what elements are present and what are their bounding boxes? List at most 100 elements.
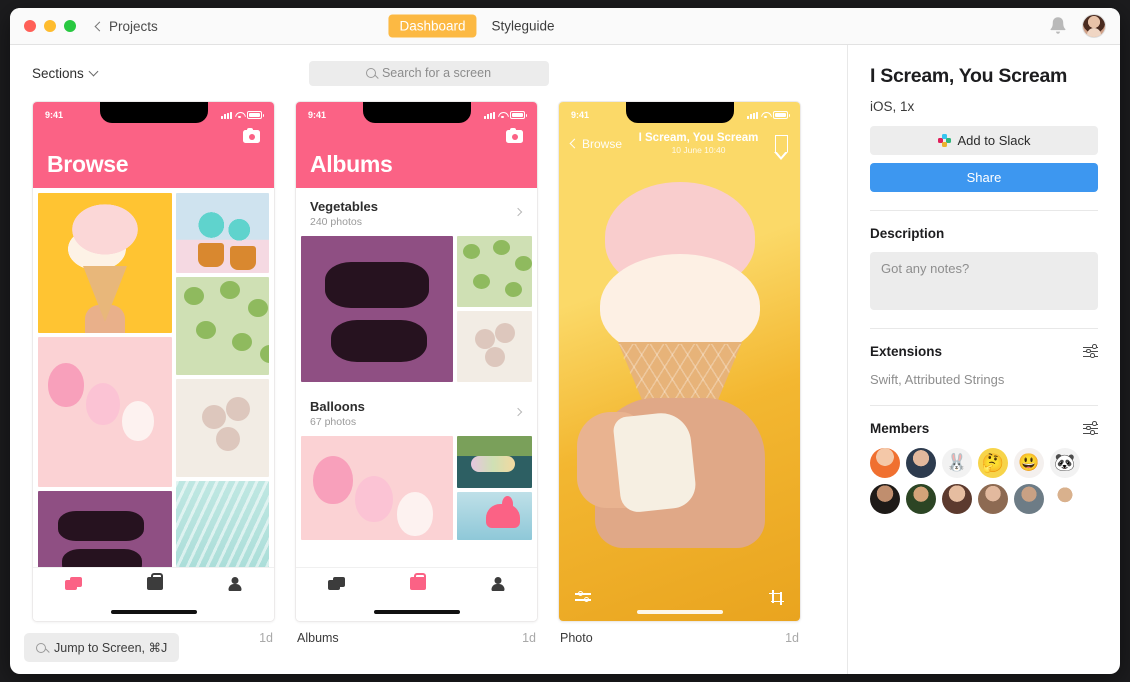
back-to-projects-link[interactable]: Projects	[94, 18, 158, 34]
add-to-slack-button[interactable]: Add to Slack	[870, 126, 1098, 155]
share-button[interactable]: Share	[870, 163, 1098, 192]
add-to-slack-label: Add to Slack	[957, 133, 1031, 148]
phone-preview-albums[interactable]: 9:41 Albums Vegetables 240 photos Balloo…	[295, 101, 538, 622]
stack-icon[interactable]	[328, 577, 346, 591]
photo-pool[interactable]	[457, 436, 532, 488]
title-bar-actions	[1048, 14, 1106, 38]
album-name: Vegetables	[310, 199, 378, 214]
bookmark-icon[interactable]	[774, 135, 789, 160]
back-label: Browse	[582, 136, 623, 151]
view-switcher[interactable]: Dashboard Styleguide	[388, 14, 566, 38]
member-avatar[interactable]	[942, 484, 972, 514]
close-window-button[interactable]	[24, 20, 36, 32]
settings-sliders-icon[interactable]	[1083, 344, 1098, 358]
member-avatar[interactable]	[1050, 484, 1080, 514]
album-thumb-large[interactable]	[301, 436, 453, 540]
photo-peppers[interactable]	[301, 236, 453, 382]
crop-icon[interactable]	[769, 589, 784, 605]
bell-icon[interactable]	[1048, 15, 1068, 37]
jump-to-screen-button[interactable]: Jump to Screen, ⌘J	[24, 633, 180, 662]
search-input[interactable]: Search for a screen	[308, 60, 549, 86]
card-footer: Albums 1d	[295, 622, 538, 645]
album-thumb-column	[457, 436, 532, 540]
photo-broccoli[interactable]	[176, 277, 269, 375]
back-button[interactable]: Browse	[569, 136, 623, 151]
album-row-vegetables[interactable]: Vegetables 240 photos	[296, 188, 537, 236]
battery-icon	[773, 111, 790, 119]
member-avatar[interactable]	[942, 448, 972, 478]
description-section-header: Description	[870, 226, 1098, 241]
member-avatar[interactable]	[1014, 448, 1044, 478]
platform-meta: iOS, 1x	[870, 99, 915, 114]
photo-broccoli[interactable]	[457, 236, 532, 307]
photo-ice-cream[interactable]	[38, 193, 172, 333]
browse-header: 9:41 Browse	[33, 102, 274, 188]
status-bar: 9:41	[296, 102, 537, 128]
tab-styleguide[interactable]: Styleguide	[481, 15, 566, 38]
phone-preview-photo[interactable]: 9:41 Browse I Scream, You Scream 10 June…	[558, 101, 801, 622]
album-thumbs-balloons	[296, 436, 537, 546]
divider	[870, 405, 1098, 406]
sliders-icon[interactable]	[575, 590, 591, 603]
description-placeholder: Got any notes?	[881, 261, 970, 276]
member-avatar[interactable]	[906, 484, 936, 514]
window-controls[interactable]	[24, 20, 76, 32]
members-section-header: Members	[870, 421, 1098, 436]
photo-nav-titles: I Scream, You Scream 10 June 10:40	[639, 132, 759, 155]
settings-sliders-icon[interactable]	[1083, 421, 1098, 435]
case-icon[interactable]	[409, 573, 426, 590]
search-icon	[365, 68, 376, 78]
members-avatar-list	[870, 448, 1102, 514]
photo-title: I Scream, You Scream	[638, 132, 759, 144]
minimize-window-button[interactable]	[44, 20, 56, 32]
member-avatar[interactable]	[978, 484, 1008, 514]
camera-icon[interactable]	[243, 127, 260, 143]
screen-card-albums[interactable]: 9:41 Albums Vegetables 240 photos Balloo…	[295, 101, 538, 645]
photo-flamingo-float[interactable]	[457, 492, 532, 540]
member-avatar[interactable]	[870, 484, 900, 514]
case-icon[interactable]	[146, 573, 163, 590]
person-icon[interactable]	[228, 577, 242, 591]
phone-preview-browse[interactable]: 9:41 Browse	[32, 101, 275, 622]
status-bar: 9:41	[33, 102, 274, 128]
photo-garlic[interactable]	[457, 311, 532, 382]
photo-balloons[interactable]	[38, 337, 172, 487]
photo-balloons[interactable]	[301, 436, 453, 540]
card-label: Photo	[560, 631, 593, 645]
member-avatar[interactable]	[1050, 448, 1080, 478]
photo-detail-view: 9:41 Browse I Scream, You Scream 10 June…	[559, 102, 800, 621]
description-input[interactable]: Got any notes?	[870, 252, 1098, 310]
member-avatar[interactable]	[978, 448, 1008, 478]
home-indicator	[110, 610, 197, 614]
user-avatar[interactable]	[1082, 14, 1106, 38]
notch	[99, 102, 208, 123]
card-age: 1d	[259, 631, 273, 645]
jump-label: Jump to Screen, ⌘J	[54, 641, 168, 655]
photo-cupcakes[interactable]	[176, 193, 269, 273]
photo-water[interactable]	[176, 481, 269, 579]
member-avatar[interactable]	[870, 448, 900, 478]
extensions-section-header: Extensions	[870, 344, 1098, 359]
camera-icon[interactable]	[506, 127, 523, 143]
camera-action-row	[296, 127, 537, 143]
notch	[625, 102, 734, 123]
maximize-window-button[interactable]	[64, 20, 76, 32]
screen-card-photo[interactable]: 9:41 Browse I Scream, You Scream 10 June…	[558, 101, 801, 645]
back-label: Projects	[109, 18, 158, 34]
chevron-down-icon	[88, 66, 99, 76]
photo-garlic[interactable]	[176, 379, 269, 477]
sections-dropdown[interactable]: Sections	[32, 66, 99, 81]
album-thumb-column	[457, 236, 532, 382]
member-avatar[interactable]	[906, 448, 936, 478]
tab-dashboard[interactable]: Dashboard	[388, 14, 477, 38]
member-avatar[interactable]	[1014, 484, 1044, 514]
tab-bar	[296, 567, 537, 621]
details-sidebar: I Scream, You Scream iOS, 1x Add to Slac…	[847, 45, 1120, 674]
album-row-balloons[interactable]: Balloons 67 photos	[296, 388, 537, 436]
slack-icon	[937, 134, 951, 147]
stack-icon[interactable]	[65, 577, 83, 591]
album-thumb-large[interactable]	[301, 236, 453, 382]
person-icon[interactable]	[491, 577, 505, 591]
napkin	[612, 410, 698, 514]
screen-card-browse[interactable]: 9:41 Browse 1d	[32, 101, 275, 645]
